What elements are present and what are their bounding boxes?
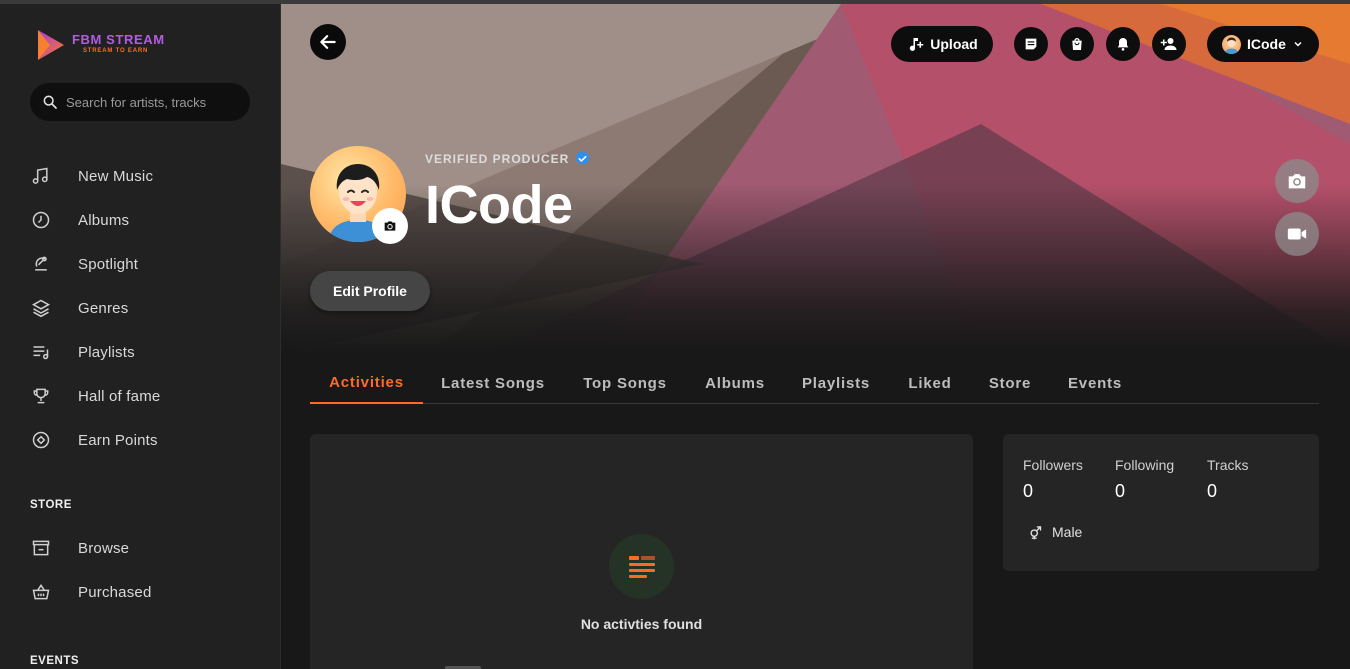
change-cover-video-button[interactable] [1275, 212, 1319, 256]
sidebar: FBM STREAM STREAM TO EARN New Music Albu… [0, 4, 281, 669]
tab-store[interactable]: Store [981, 362, 1039, 404]
change-avatar-button[interactable] [372, 208, 408, 244]
tab-albums[interactable]: Albums [697, 362, 773, 404]
search-icon [43, 95, 57, 109]
edit-profile-button[interactable]: Edit Profile [310, 271, 430, 311]
following-count: 0 [1115, 481, 1126, 501]
search-input[interactable] [66, 94, 246, 110]
profile-tabs: Activities Latest Songs Top Songs Albums… [310, 362, 1319, 404]
gender-info: Male [1028, 524, 1082, 540]
user-menu-button[interactable]: ICode [1207, 26, 1319, 62]
music-plus-icon [910, 38, 924, 51]
tracks-count: 0 [1207, 481, 1218, 501]
sidebar-item-spotlight[interactable]: Spotlight [30, 249, 260, 279]
logo-subtitle: STREAM TO EARN [83, 48, 149, 54]
sidebar-item-new-music[interactable]: New Music [30, 161, 260, 191]
cart-button[interactable] [1060, 27, 1094, 61]
gender-label: Male [1052, 524, 1083, 540]
sidebar-item-purchased[interactable]: Purchased [30, 577, 260, 607]
notes-button[interactable] [1014, 27, 1048, 61]
user-avatar [1222, 34, 1241, 54]
notifications-button[interactable] [1106, 27, 1140, 61]
sidebar-item-label: Spotlight [78, 255, 139, 273]
following-stat[interactable]: Following 0 [1115, 457, 1174, 502]
camera-icon [1288, 174, 1306, 189]
tab-latest-songs[interactable]: Latest Songs [433, 362, 553, 404]
sidebar-item-label: Earn Points [78, 431, 158, 449]
video-camera-icon [1287, 228, 1307, 240]
sidebar-item-label: Purchased [78, 583, 152, 601]
sidebar-item-label: New Music [78, 167, 154, 185]
sidebar-item-hall-of-fame[interactable]: Hall of fame [30, 381, 260, 411]
change-cover-photo-button[interactable] [1275, 159, 1319, 203]
tab-playlists[interactable]: Playlists [793, 362, 879, 404]
tab-activities[interactable]: Activities [310, 362, 423, 404]
album-icon [30, 209, 52, 231]
bell-icon [1117, 38, 1129, 51]
spotlight-icon [30, 253, 52, 275]
logo[interactable]: FBM STREAM STREAM TO EARN [36, 28, 196, 66]
tracks-stat[interactable]: Tracks 0 [1207, 457, 1248, 502]
logo-title: FBM STREAM [72, 32, 165, 47]
tab-top-songs[interactable]: Top Songs [573, 362, 677, 404]
sidebar-item-browse[interactable]: Browse [30, 533, 260, 563]
sidebar-item-label: Browse [78, 539, 130, 557]
chevron-down-icon [1294, 41, 1302, 47]
activity-panel: No activties found [310, 434, 973, 669]
empty-activity-text: No activties found [580, 616, 703, 632]
sidebar-item-label: Albums [78, 211, 130, 229]
add-friend-button[interactable] [1152, 27, 1186, 61]
gender-icon [1030, 525, 1042, 539]
sidebar-item-albums[interactable]: Albums [30, 205, 260, 235]
followers-stat[interactable]: Followers 0 [1023, 457, 1083, 502]
following-label: Following [1115, 457, 1175, 473]
followers-count: 0 [1023, 481, 1034, 501]
store-icon [30, 537, 52, 559]
main-content: Upload ICode VERIFIED PRODUCER ICode Edi… [281, 4, 1350, 669]
tracks-label: Tracks [1207, 457, 1249, 473]
person-add-icon [1160, 38, 1177, 50]
music-note-icon [30, 165, 52, 187]
camera-icon [384, 221, 396, 231]
store-section-title: STORE [30, 499, 72, 511]
trophy-icon [30, 385, 52, 407]
arrow-left-icon [320, 35, 336, 49]
verified-check-icon [575, 151, 590, 165]
upload-label: Upload [930, 36, 978, 52]
sidebar-item-genres[interactable]: Genres [30, 293, 260, 323]
sidebar-item-label: Playlists [78, 343, 135, 361]
verified-badge: VERIFIED PRODUCER [425, 150, 591, 167]
shopping-bag-icon [1072, 38, 1082, 50]
sidebar-item-label: Genres [78, 299, 129, 317]
note-icon [1025, 38, 1037, 50]
tab-events[interactable]: Events [1059, 362, 1131, 404]
sidebar-item-label: Hall of fame [78, 387, 161, 405]
verified-label: VERIFIED PRODUCER [425, 151, 570, 166]
back-button[interactable] [310, 24, 346, 60]
empty-activity-icon [609, 534, 674, 599]
window-top-edge [0, 0, 1350, 4]
profile-stats-card: Followers 0 Following 0 Tracks 0 Male [1003, 434, 1319, 571]
search-box[interactable] [30, 83, 250, 121]
layers-icon [30, 297, 52, 319]
coin-icon [30, 429, 52, 451]
basket-icon [30, 581, 52, 603]
tab-liked[interactable]: Liked [899, 362, 961, 404]
logo-play-icon [38, 30, 64, 60]
followers-label: Followers [1023, 457, 1083, 473]
profile-name: ICode [425, 175, 573, 235]
sidebar-item-playlists[interactable]: Playlists [30, 337, 260, 367]
app-root: FBM STREAM STREAM TO EARN New Music Albu… [0, 0, 1350, 669]
events-section-title: EVENTS [30, 655, 80, 667]
sidebar-item-earn-points[interactable]: Earn Points [30, 425, 260, 455]
upload-button[interactable]: Upload [891, 26, 993, 62]
playlist-icon [30, 341, 52, 363]
user-name-label: ICode [1247, 36, 1286, 52]
